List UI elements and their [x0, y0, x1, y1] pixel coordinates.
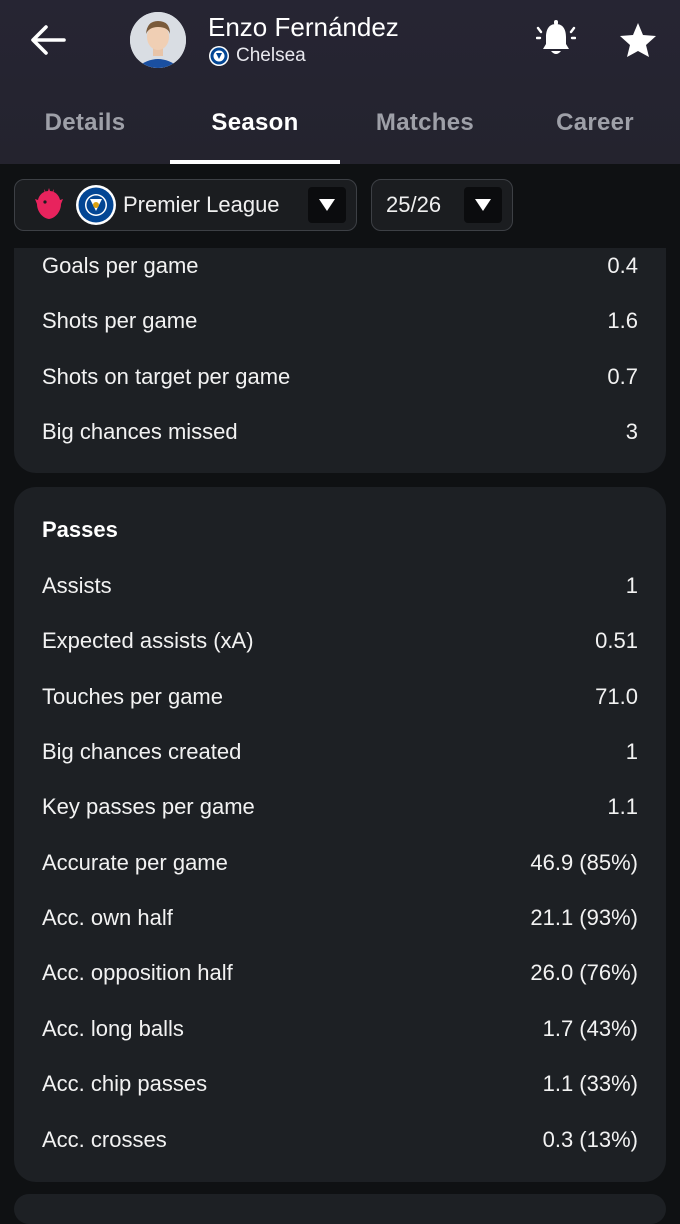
stat-label: Acc. opposition half	[42, 960, 233, 985]
filter-bar: Premier League 25/26	[0, 164, 680, 248]
chelsea-crest-icon	[76, 185, 116, 225]
stat-row: Expected assists (xA) 0.51	[42, 621, 638, 661]
player-avatar	[130, 12, 186, 68]
premier-league-logo-icon	[35, 188, 63, 219]
stat-value: 0.51	[595, 628, 638, 653]
chelsea-crest-icon	[209, 46, 229, 66]
passes-card: Passes Assists 1 Expected assists (xA) 0…	[14, 487, 666, 1182]
tab-season[interactable]: Season	[170, 90, 340, 164]
stat-value: 26.0 (76%)	[530, 960, 638, 985]
stat-value: 3	[625, 419, 638, 444]
club-row[interactable]: Chelsea	[208, 44, 306, 68]
stat-row: Goals per game 0.4	[42, 246, 638, 286]
stat-label: Big chances missed	[42, 419, 238, 444]
back-button[interactable]	[26, 20, 70, 60]
notification-button[interactable]	[535, 18, 577, 60]
shooting-stats-card: Goals per game 0.4 Shots per game 1.6 Sh…	[14, 230, 666, 473]
bell-ringing-icon	[535, 20, 577, 54]
stat-label: Acc. crosses	[42, 1127, 167, 1152]
league-dropdown[interactable]: Premier League	[14, 179, 357, 231]
stat-label: Shots on target per game	[42, 364, 291, 389]
stat-value: 1.6	[607, 308, 638, 333]
tab-matches[interactable]: Matches	[340, 90, 510, 164]
stat-row: Acc. chip passes 1.1 (33%)	[42, 1064, 638, 1104]
stat-value: 1	[625, 573, 638, 598]
stat-row: Key passes per game 1.1	[42, 787, 638, 827]
stat-label: Acc. chip passes	[42, 1071, 208, 1096]
stat-value: 0.4	[607, 253, 638, 278]
stat-row: Acc. own half 21.1 (93%)	[42, 898, 638, 938]
stat-row: Touches per game 71.0	[42, 677, 638, 717]
stat-row: Big chances created 1	[42, 732, 638, 772]
stat-label: Accurate per game	[42, 850, 228, 875]
stat-row: Assists 1	[42, 566, 638, 606]
stat-value: 1.1	[607, 794, 638, 819]
stat-label: Assists	[42, 573, 112, 598]
favorite-button[interactable]	[618, 20, 658, 60]
stat-label: Acc. long balls	[42, 1016, 184, 1041]
stat-label: Expected assists (xA)	[42, 628, 254, 653]
stat-value: 0.7	[607, 364, 638, 389]
stat-row: Shots per game 1.6	[42, 301, 638, 341]
stat-label: Key passes per game	[42, 794, 255, 819]
stat-label: Big chances created	[42, 739, 242, 764]
app-header: Enzo Fernández Chelsea Details Season Ma…	[0, 0, 680, 164]
season-value: 25/26	[386, 192, 442, 217]
tab-career[interactable]: Career	[510, 90, 680, 164]
stat-value: 1.7 (43%)	[542, 1016, 638, 1041]
season-dropdown[interactable]: 25/26	[371, 179, 513, 231]
stat-value: 21.1 (93%)	[530, 905, 638, 930]
stat-label: Goals per game	[42, 253, 199, 278]
stat-label: Touches per game	[42, 684, 223, 709]
arrow-left-icon	[31, 25, 66, 55]
section-title: Passes	[42, 517, 118, 542]
stat-label: Acc. own half	[42, 905, 173, 930]
stat-row: Big chances missed 3	[42, 412, 638, 452]
stat-value: 46.9 (85%)	[530, 850, 638, 875]
stat-value: 71.0	[595, 684, 638, 709]
stat-row: Acc. opposition half 26.0 (76%)	[42, 953, 638, 993]
player-name: Enzo Fernández	[208, 12, 399, 42]
stat-row: Shots on target per game 0.7	[42, 357, 638, 397]
chevron-down-icon	[308, 187, 346, 223]
chevron-down-icon	[464, 187, 502, 223]
star-icon	[620, 23, 656, 57]
tab-bar: Details Season Matches Career	[0, 90, 680, 164]
stat-row: Acc. long balls 1.7 (43%)	[42, 1009, 638, 1049]
tab-details[interactable]: Details	[0, 90, 170, 164]
stat-row: Accurate per game 46.9 (85%)	[42, 843, 638, 883]
club-name: Chelsea	[236, 45, 306, 66]
stat-label: Shots per game	[42, 308, 198, 333]
league-name: Premier League	[123, 192, 280, 217]
stat-value: 1.1 (33%)	[542, 1071, 638, 1096]
stat-value: 0.3 (13%)	[542, 1127, 638, 1152]
stat-value: 1	[625, 739, 638, 764]
stat-row: Acc. crosses 0.3 (13%)	[42, 1120, 638, 1160]
